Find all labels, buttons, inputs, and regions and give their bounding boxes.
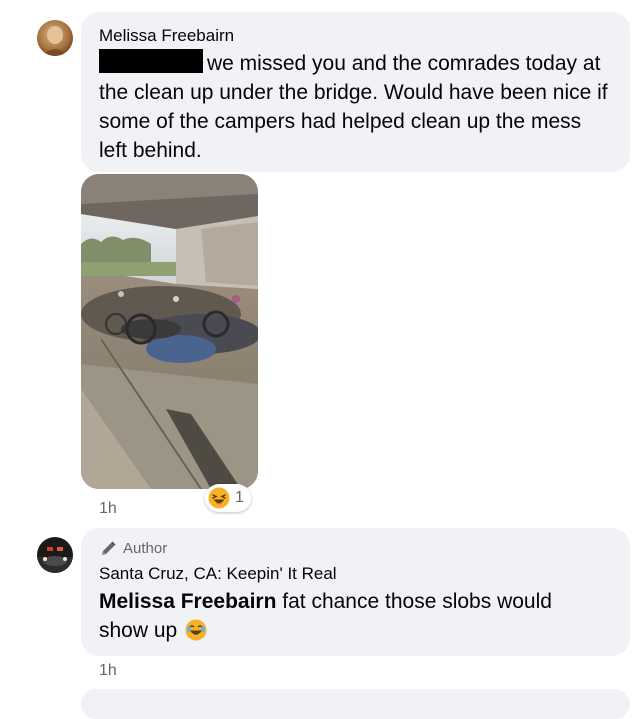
comment-bubble: Melissa Freebairn we missed you and the … [81,12,630,172]
reaction-count: 1 [235,489,244,506]
comment-timestamp[interactable]: 1h [99,500,117,518]
comment-photo[interactable] [81,174,258,489]
comment-text: we missed you and the comrades today at … [99,49,612,165]
laughing-emoji-icon [208,487,230,509]
author-badge-label: Author [123,540,168,557]
comment-author[interactable]: Melissa Freebairn [99,25,612,47]
comment-text: Melissa Freebairn fat chance those slobs… [99,587,612,645]
avatar[interactable] [37,537,73,573]
comment-timestamp[interactable]: 1h [99,662,117,680]
laughing-emoji-icon [185,619,207,641]
mention-link[interactable]: Melissa Freebairn [99,590,276,613]
comment-author[interactable]: Santa Cruz, CA: Keepin' It Real [99,563,612,585]
comment-bubble: Author Santa Cruz, CA: Keepin' It Real M… [81,528,630,656]
comment-text-line1: we missed you and the comrades today [207,52,578,75]
next-comment-bubble [81,689,630,719]
pencil-icon [99,540,117,558]
reaction-summary[interactable]: 1 [205,484,251,512]
avatar[interactable] [37,20,73,56]
author-badge: Author [99,539,612,559]
redacted-mention [99,49,203,73]
